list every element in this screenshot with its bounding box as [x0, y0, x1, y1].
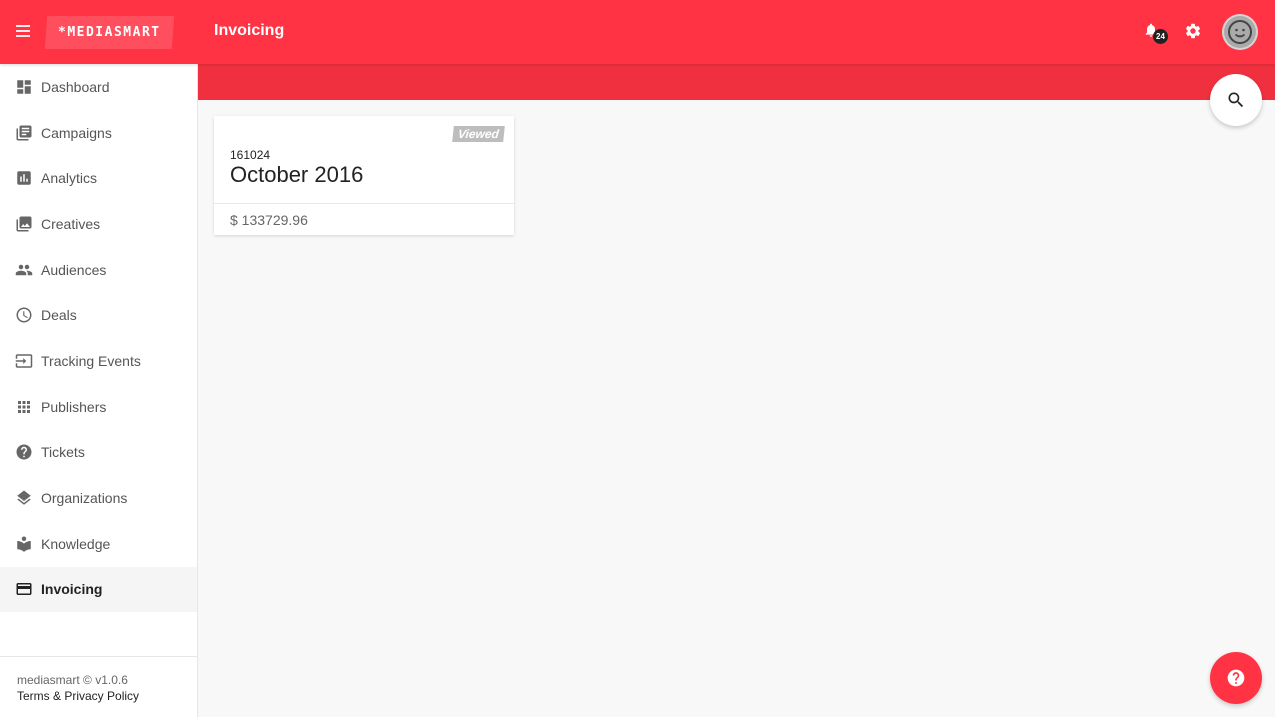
version-text: mediasmart © v1.0.6: [17, 673, 128, 687]
sidebar-item-deals[interactable]: Deals: [0, 292, 197, 338]
sidebar-item-label: Analytics: [41, 170, 98, 187]
clock-icon: [15, 306, 33, 324]
sidebar-item-creatives[interactable]: Creatives: [0, 201, 197, 247]
sidebar-item-label: Knowledge: [41, 535, 111, 552]
sidebar-item-label: Audiences: [41, 261, 107, 278]
help-circle-icon: [15, 443, 33, 461]
help-button[interactable]: [1210, 652, 1262, 704]
terms-link[interactable]: Terms & Privacy Policy: [17, 688, 180, 704]
invoice-period: October 2016: [230, 162, 364, 187]
sidebar-item-label: Deals: [41, 307, 77, 324]
sidebar-item-label: Campaigns: [41, 124, 112, 141]
sidebar-item-label: Creatives: [41, 215, 101, 232]
top-app-bar: *MEDIASMART Invoicing 24: [0, 0, 1275, 64]
sidebar-footer: mediasmart © v1.0.6 Terms & Privacy Poli…: [0, 656, 197, 717]
bar-chart-icon: [15, 169, 33, 187]
dashboard-icon: [15, 78, 33, 96]
photo-library-icon: [15, 215, 33, 233]
sidebar-item-label: Tracking Events: [41, 352, 141, 369]
sidebar-item-tickets[interactable]: Tickets: [0, 430, 197, 476]
user-avatar[interactable]: [1222, 14, 1258, 50]
book-reader-icon: [15, 535, 33, 553]
sidebar-item-label: Dashboard: [41, 78, 110, 95]
invoice-amount: $ 133729.96: [230, 212, 308, 228]
sidebar-item-label: Organizations: [41, 490, 128, 507]
card-divider: [214, 203, 514, 204]
layers-icon: [15, 489, 33, 507]
settings-button[interactable]: [1184, 22, 1204, 42]
sidebar-item-campaigns[interactable]: Campaigns: [0, 110, 197, 156]
sidebar-item-organizations[interactable]: Organizations: [0, 475, 197, 521]
sidebar-item-knowledge[interactable]: Knowledge: [0, 521, 197, 567]
notifications-button[interactable]: 24: [1143, 22, 1168, 44]
sidebar-item-label: Invoicing: [41, 581, 103, 598]
page-title: Invoicing: [214, 22, 285, 39]
smiley-face-icon: [1228, 20, 1252, 44]
sidebar: Dashboard Campaigns Analytics Creatives …: [0, 64, 198, 717]
sidebar-item-tracking-events[interactable]: Tracking Events: [0, 338, 197, 384]
sidebar-item-dashboard[interactable]: Dashboard: [0, 64, 197, 110]
invoice-number: 161024: [230, 148, 271, 162]
notifications-badge: 24: [1153, 29, 1168, 44]
sidebar-item-label: Publishers: [41, 398, 107, 415]
brand-logo[interactable]: *MEDIASMART: [44, 16, 175, 49]
invoice-card[interactable]: Viewed 161024 October 2016 $ 133729.96: [214, 116, 514, 235]
library-books-icon: [15, 124, 33, 142]
sidebar-item-publishers[interactable]: Publishers: [0, 384, 197, 430]
apps-grid-icon: [15, 398, 33, 416]
people-icon: [15, 261, 33, 279]
hamburger-icon[interactable]: [14, 22, 34, 42]
search-icon: [1228, 92, 1244, 108]
sidebar-item-label: Tickets: [41, 444, 85, 461]
input-icon: [15, 352, 33, 370]
status-badge: Viewed: [452, 126, 505, 142]
sidebar-item-analytics[interactable]: Analytics: [0, 155, 197, 201]
credit-card-icon: [15, 580, 33, 598]
sidebar-item-audiences[interactable]: Audiences: [0, 247, 197, 293]
header-extension-band: [198, 64, 1275, 100]
search-button[interactable]: [1210, 74, 1262, 126]
help-icon: [1227, 669, 1245, 687]
sidebar-item-invoicing[interactable]: Invoicing: [0, 566, 197, 613]
gear-icon: [1185, 23, 1201, 39]
